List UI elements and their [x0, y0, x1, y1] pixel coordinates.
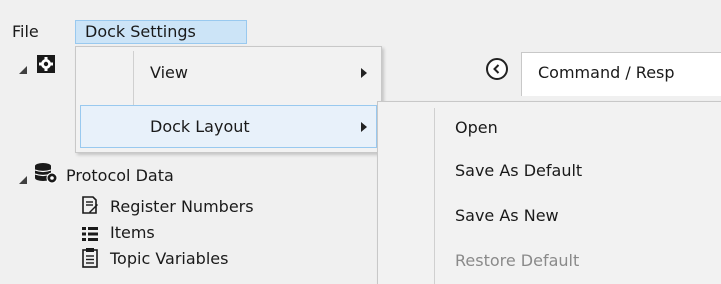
tree-item-protocol-data[interactable]: Protocol Data	[66, 164, 174, 188]
document-icon	[82, 248, 98, 268]
register-icon	[81, 196, 99, 214]
menu-item-save-as-new[interactable]: Save As New	[382, 197, 718, 235]
submenu-arrow-icon	[361, 122, 367, 132]
menu-item-restore-default: Restore Default	[382, 242, 718, 280]
chevron-left-icon[interactable]	[486, 58, 508, 80]
menu-item-save-as-default[interactable]: Save As Default	[382, 152, 718, 190]
menu-item-restore-default-label: Restore Default	[455, 251, 580, 270]
menu-item-open[interactable]: Open	[382, 109, 718, 147]
dock-settings-menu: View Dock Layout	[75, 46, 382, 153]
menu-item-open-label: Open	[455, 118, 498, 137]
document-tab-label: Command / Resp	[538, 63, 675, 82]
tree-item-register-numbers[interactable]: Register Numbers	[110, 196, 254, 218]
menu-dock-settings[interactable]: Dock Settings	[75, 20, 247, 44]
tree-expander-root[interactable]	[18, 60, 30, 74]
dock-layout-submenu: Open Save As Default Save As New Restore…	[377, 101, 721, 284]
gear-icon	[36, 54, 56, 74]
list-icon	[82, 226, 98, 241]
menu-item-save-as-new-label: Save As New	[455, 206, 559, 225]
menu-bar: File Dock Settings	[0, 0, 721, 44]
menu-item-view[interactable]: View	[80, 51, 377, 95]
menu-item-dock-layout-label: Dock Layout	[150, 117, 250, 136]
menu-item-dock-layout[interactable]: Dock Layout	[80, 105, 377, 148]
document-tab[interactable]: Command / Resp	[521, 52, 721, 96]
submenu-arrow-icon	[361, 68, 367, 78]
tree-expander-protocol-data[interactable]	[18, 170, 30, 184]
menu-item-view-label: View	[150, 63, 188, 82]
tree-item-items[interactable]: Items	[110, 222, 155, 244]
database-gear-icon	[34, 162, 58, 184]
menu-item-save-as-default-label: Save As Default	[455, 161, 583, 180]
tree-item-topic-variables[interactable]: Topic Variables	[110, 248, 228, 270]
menu-file[interactable]: File	[6, 20, 45, 44]
